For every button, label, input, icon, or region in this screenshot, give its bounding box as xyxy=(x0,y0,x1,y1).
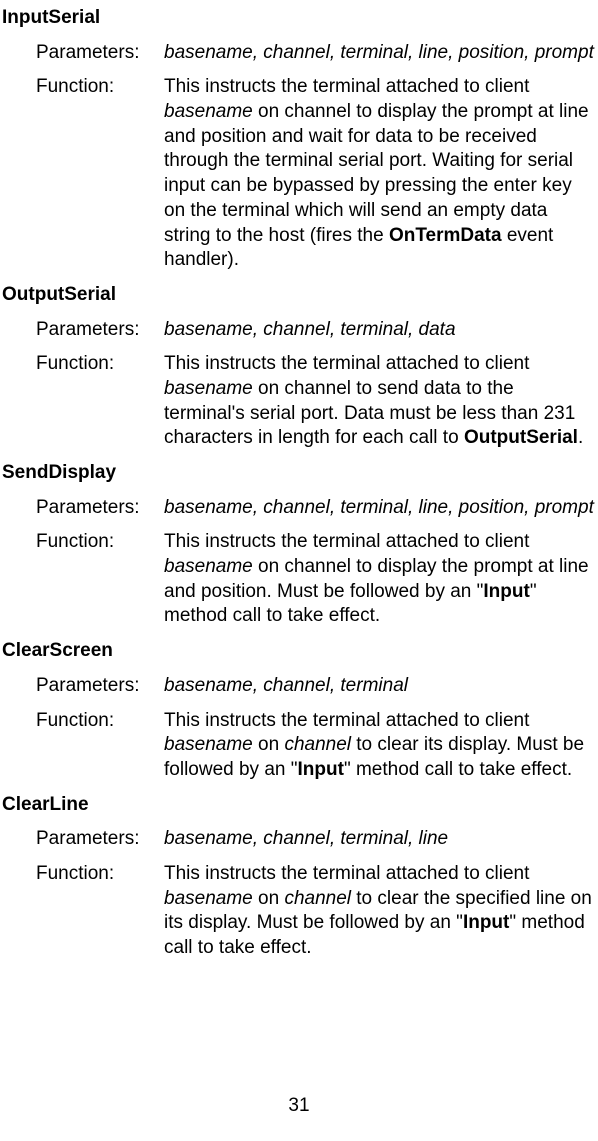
method-senddisplay: SendDisplay Parameters: basename, channe… xyxy=(0,461,598,629)
method-title: SendDisplay xyxy=(2,461,598,486)
function-row: Function: This instructs the terminal at… xyxy=(36,709,598,783)
italic-text: basename xyxy=(164,734,253,755)
method-body: Parameters: basename, channel, terminal,… xyxy=(36,318,598,451)
parameters-row: Parameters: basename, channel, terminal,… xyxy=(36,318,598,343)
bold-text: Input xyxy=(483,581,529,602)
parameters-row: Parameters: basename, channel, terminal,… xyxy=(36,41,598,66)
function-row: Function: This instructs the terminal at… xyxy=(36,352,598,451)
italic-text: basename xyxy=(164,101,253,122)
method-title: ClearScreen xyxy=(2,639,598,664)
method-body: Parameters: basename, channel, terminal,… xyxy=(36,827,598,960)
function-label: Function: xyxy=(36,75,164,100)
method-inputserial: InputSerial Parameters: basename, channe… xyxy=(0,6,598,273)
italic-text: basename xyxy=(164,378,253,399)
method-title: ClearLine xyxy=(2,793,598,818)
method-clearscreen: ClearScreen Parameters: basename, channe… xyxy=(0,639,598,782)
parameters-label: Parameters: xyxy=(36,827,164,852)
italic-text: basename xyxy=(164,888,253,909)
method-body: Parameters: basename, channel, terminal … xyxy=(36,674,598,783)
function-label: Function: xyxy=(36,709,164,734)
function-value: This instructs the terminal attached to … xyxy=(164,530,598,629)
italic-text: channel xyxy=(284,888,351,909)
method-body: Parameters: basename, channel, terminal,… xyxy=(36,41,598,273)
method-title: OutputSerial xyxy=(2,283,598,308)
method-outputserial: OutputSerial Parameters: basename, chann… xyxy=(0,283,598,451)
function-value: This instructs the terminal attached to … xyxy=(164,75,598,273)
method-title: InputSerial xyxy=(2,6,598,31)
parameters-value: basename, channel, terminal, line, posit… xyxy=(164,41,598,66)
function-label: Function: xyxy=(36,862,164,887)
function-value: This instructs the terminal attached to … xyxy=(164,352,598,451)
method-clearline: ClearLine Parameters: basename, channel,… xyxy=(0,793,598,961)
parameters-row: Parameters: basename, channel, terminal xyxy=(36,674,598,699)
parameters-row: Parameters: basename, channel, terminal,… xyxy=(36,827,598,852)
parameters-value: basename, channel, terminal xyxy=(164,674,598,699)
italic-text: basename xyxy=(164,556,253,577)
parameters-label: Parameters: xyxy=(36,318,164,343)
function-row: Function: This instructs the terminal at… xyxy=(36,862,598,961)
function-row: Function: This instructs the terminal at… xyxy=(36,75,598,273)
bold-text: Input xyxy=(463,912,509,933)
parameters-label: Parameters: xyxy=(36,674,164,699)
function-row: Function: This instructs the terminal at… xyxy=(36,530,598,629)
italic-text: channel xyxy=(284,734,351,755)
parameters-label: Parameters: xyxy=(36,496,164,521)
parameters-value: basename, channel, terminal, line xyxy=(164,827,598,852)
parameters-value: basename, channel, terminal, line, posit… xyxy=(164,496,598,521)
page-number: 31 xyxy=(0,1094,598,1119)
method-body: Parameters: basename, channel, terminal,… xyxy=(36,496,598,629)
function-value: This instructs the terminal attached to … xyxy=(164,709,598,783)
document-content: InputSerial Parameters: basename, channe… xyxy=(0,0,598,961)
parameters-label: Parameters: xyxy=(36,41,164,66)
function-label: Function: xyxy=(36,530,164,555)
parameters-value: basename, channel, terminal, data xyxy=(164,318,598,343)
function-label: Function: xyxy=(36,352,164,377)
function-value: This instructs the terminal attached to … xyxy=(164,862,598,961)
bold-text: OutputSerial xyxy=(464,427,578,448)
bold-text: OnTermData xyxy=(389,225,502,246)
parameters-row: Parameters: basename, channel, terminal,… xyxy=(36,496,598,521)
bold-text: Input xyxy=(298,759,344,780)
